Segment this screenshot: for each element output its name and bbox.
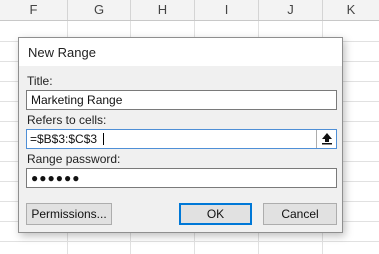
column-header-j[interactable]: J [259,0,323,20]
text-caret [103,133,104,145]
title-label: Title: [27,74,53,88]
refers-to-value: =$B$3:$C$3 [30,132,98,146]
new-range-dialog: New Range Title: Marketing Range Refers … [18,37,343,233]
column-header-k[interactable]: K [323,0,379,20]
refers-to-label: Refers to cells: [27,113,107,127]
grid-line [0,241,379,242]
range-password-label: Range password: [27,152,121,166]
dialog-title: New Range [28,45,96,60]
title-input[interactable]: Marketing Range [26,90,337,110]
column-header-f[interactable]: F [0,0,68,20]
column-header-row: F G H I J K [0,0,379,21]
range-collapse-button[interactable] [316,130,336,148]
column-header-g[interactable]: G [68,0,131,20]
range-password-input[interactable]: ●●●●●● [26,168,337,188]
refers-to-input[interactable]: =$B$3:$C$3 [26,129,337,149]
permissions-button[interactable]: Permissions... [26,203,112,225]
ok-button[interactable]: OK [179,203,252,225]
cancel-button[interactable]: Cancel [263,203,337,225]
column-header-h[interactable]: H [131,0,195,20]
dialog-titlebar[interactable]: New Range [19,38,342,66]
range-collapse-icon [322,133,332,145]
column-header-i[interactable]: I [195,0,259,20]
